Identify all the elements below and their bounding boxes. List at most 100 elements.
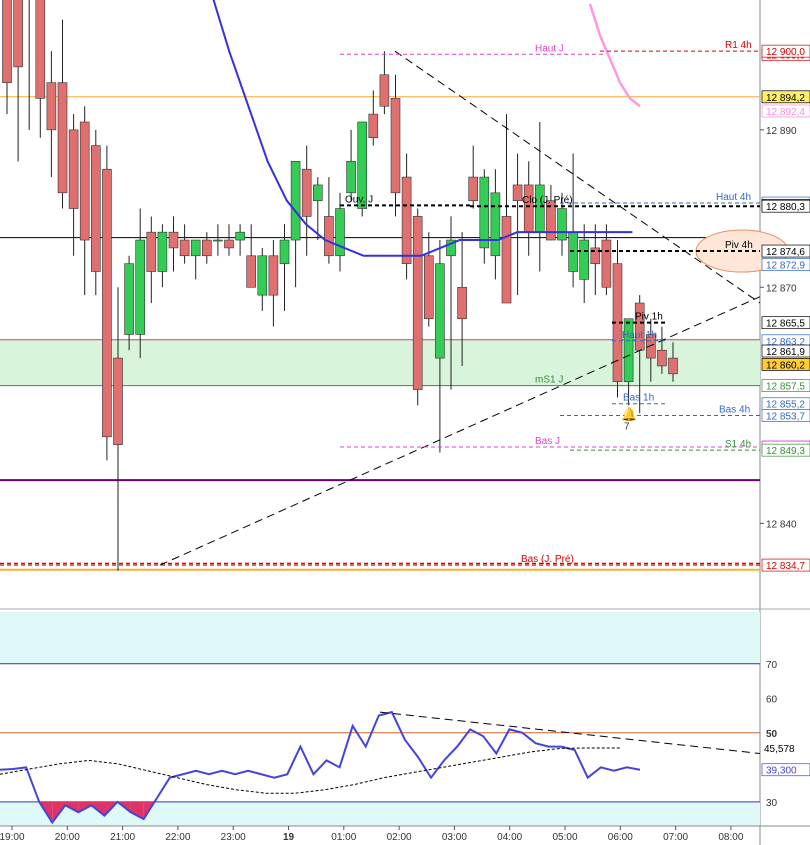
candle-body (46, 82, 57, 131)
level-label: mS1 J (535, 375, 563, 386)
candle-body (468, 176, 479, 201)
level-label: Clo (J. Pré) (522, 195, 573, 206)
candle-body (202, 239, 212, 257)
candle-body (457, 286, 467, 320)
candle-body (379, 74, 390, 107)
candle-body (312, 184, 323, 201)
price-tag-text: 12 865,5 (766, 319, 805, 330)
candle-body (102, 168, 112, 438)
alert-bell-icon: 🔔 (621, 407, 637, 422)
time-tick-label: 05:00 (552, 832, 577, 843)
candle-body (335, 208, 345, 257)
candle-body (346, 161, 356, 194)
candle-body (268, 255, 279, 296)
level-label: Haut 4h (716, 192, 751, 203)
level-label: R1 4h (725, 40, 752, 51)
candle-body (490, 192, 501, 257)
price-tag-text: 12 880,3 (766, 202, 805, 213)
candle-body (623, 318, 634, 383)
candle-body (324, 216, 334, 257)
price-tag-text: 12 872,9 (766, 260, 805, 271)
rsi-signal-tag: 45,578 (764, 744, 795, 755)
candle-body (146, 231, 157, 272)
candle-body (412, 216, 423, 390)
price-tick-label: 12 870 (766, 283, 797, 294)
time-tick-label: 19:00 (0, 832, 25, 843)
time-tick-label: 08:00 (718, 832, 743, 843)
price-tick-label: 12 840 (766, 519, 797, 530)
price-tag-text: 12 892,4 (766, 107, 805, 118)
price-tag-text: 12 857,5 (766, 382, 805, 393)
candle-body (279, 239, 290, 264)
level-label: Piv 1h (635, 312, 663, 323)
level-label: Bas 4h (719, 405, 750, 416)
candle-body (213, 239, 223, 242)
candle-body (168, 231, 179, 249)
candle-body (179, 239, 190, 257)
candle-body (423, 255, 434, 320)
rsi-tick-label: 70 (766, 660, 778, 671)
candle-body (512, 184, 523, 201)
price-tag-text: 12 855,2 (766, 400, 805, 411)
time-tick-label: 21:00 (110, 832, 135, 843)
candle-body (35, 0, 46, 99)
candle-body (113, 357, 123, 445)
level-label: Haut J (535, 43, 564, 54)
candle-body (257, 255, 268, 296)
candle-body (190, 239, 201, 257)
candle-body (13, 0, 23, 68)
rsi-tick-label: 50 (766, 729, 778, 740)
time-tick-label: 07:00 (663, 832, 688, 843)
time-tick-label: 22:00 (165, 832, 190, 843)
time-tick-label: 02:00 (387, 832, 412, 843)
rsi-top-band (0, 612, 760, 664)
candle-body (668, 357, 678, 375)
level-label: Bas J (535, 436, 560, 447)
price-tick-label: 12 890 (766, 126, 797, 137)
candle-body (91, 145, 101, 272)
price-tag-text: 12 849,3 (766, 446, 805, 457)
level-label: Haut 1h (622, 330, 657, 341)
alert-count: 7 (624, 422, 630, 433)
level-label: S1 4h (725, 439, 751, 450)
time-tick-label: 23:00 (221, 832, 246, 843)
rsi-tick-label: 60 (766, 694, 778, 705)
price-tag-text: 12 861,9 (766, 347, 805, 358)
level-label: Bas 1h (623, 393, 654, 404)
candle-body (301, 168, 312, 217)
rsi-tick-label: 30 (766, 798, 778, 809)
candle-body (368, 113, 379, 139)
time-tick-label: 19 (283, 832, 295, 843)
candle-body (68, 129, 79, 209)
time-tick-label: 20:00 (55, 832, 80, 843)
trading-chart[interactable]: Haut J12 899,6R1 4h12 900,012 894,212 89… (0, 0, 810, 845)
candle-body (557, 208, 567, 241)
price-tag-text: 12 860,2 (766, 360, 805, 371)
candle-body (224, 239, 234, 249)
time-tick-label: 06:00 (608, 832, 633, 843)
candle-body (124, 263, 134, 335)
price-tag-text: 12 900,0 (766, 47, 805, 58)
price-tag-text: 12 874,6 (766, 247, 805, 258)
candle-body (390, 98, 401, 194)
candle-body (534, 184, 545, 233)
level-label: Bas (J. Pré) (521, 554, 574, 565)
candle-body (246, 255, 256, 288)
candle-body (601, 239, 612, 288)
candle-body (657, 349, 667, 367)
candle-body (523, 184, 534, 233)
price-tag-text: 12 853,7 (766, 412, 805, 423)
time-tick-label: 04:00 (497, 832, 522, 843)
candle-body (435, 263, 445, 359)
candle-body (135, 239, 145, 335)
rsi-value-tag-text: 39,300 (766, 766, 797, 777)
candle-body (634, 302, 645, 351)
level-label: Ouv. J (345, 194, 373, 205)
time-tick-label: 01:00 (331, 832, 356, 843)
candle-body (79, 121, 90, 241)
candle-body (2, 0, 12, 83)
candle-body (235, 231, 245, 241)
level-label: Piv 4h (725, 240, 753, 251)
candle-body (401, 176, 412, 264)
candle-body (579, 239, 590, 280)
